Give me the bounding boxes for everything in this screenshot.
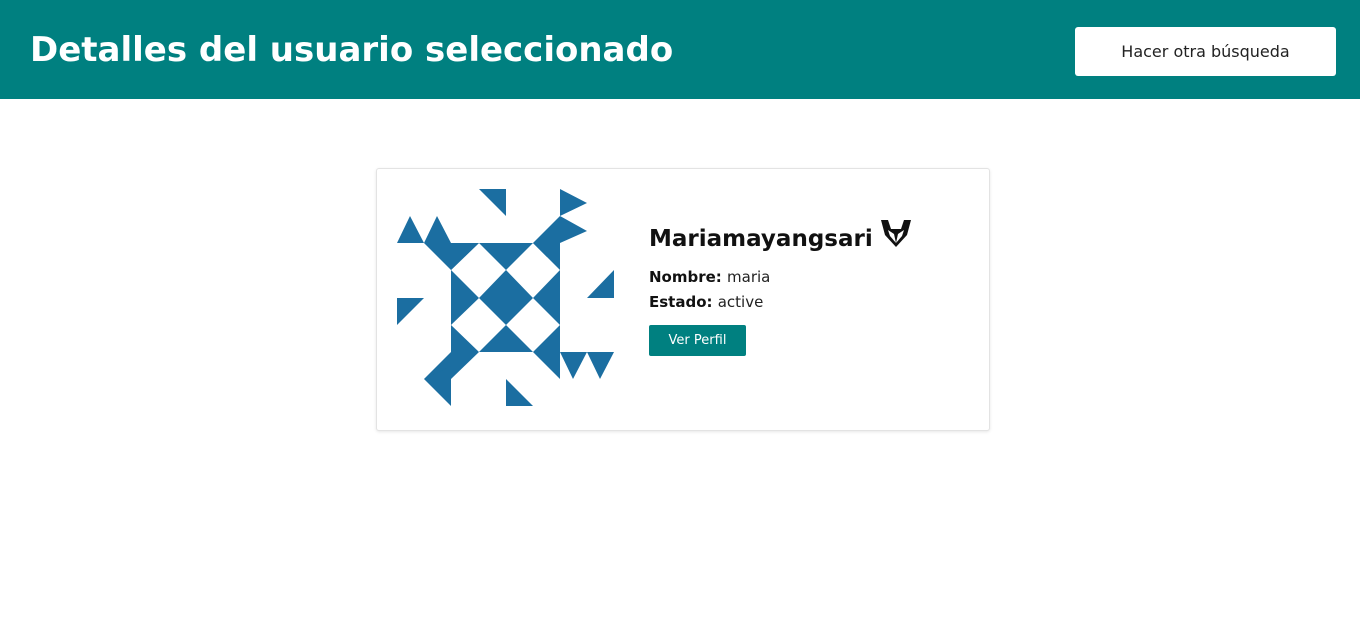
status-label: Estado: bbox=[649, 293, 718, 311]
name-row: Nombre: maria bbox=[649, 265, 913, 290]
page-title: Detalles del usuario seleccionado bbox=[30, 30, 674, 70]
user-info: Mariamayangsari Nombre: maria Estado: ac… bbox=[649, 219, 913, 356]
user-avatar bbox=[397, 189, 614, 406]
status-row: Estado: active bbox=[649, 290, 913, 315]
search-again-button[interactable]: Hacer otra búsqueda bbox=[1075, 27, 1336, 76]
name-label: Nombre: bbox=[649, 268, 728, 286]
username-row: Mariamayangsari bbox=[649, 219, 913, 259]
user-card: Mariamayangsari Nombre: maria Estado: ac… bbox=[376, 168, 990, 431]
page-header: Detalles del usuario seleccionado Hacer … bbox=[0, 0, 1360, 99]
username: Mariamayangsari bbox=[649, 226, 873, 252]
name-value: maria bbox=[727, 268, 771, 286]
gitlab-icon bbox=[880, 220, 911, 247]
status-value: active bbox=[717, 293, 764, 311]
view-profile-button[interactable]: Ver Perfil bbox=[649, 325, 746, 356]
